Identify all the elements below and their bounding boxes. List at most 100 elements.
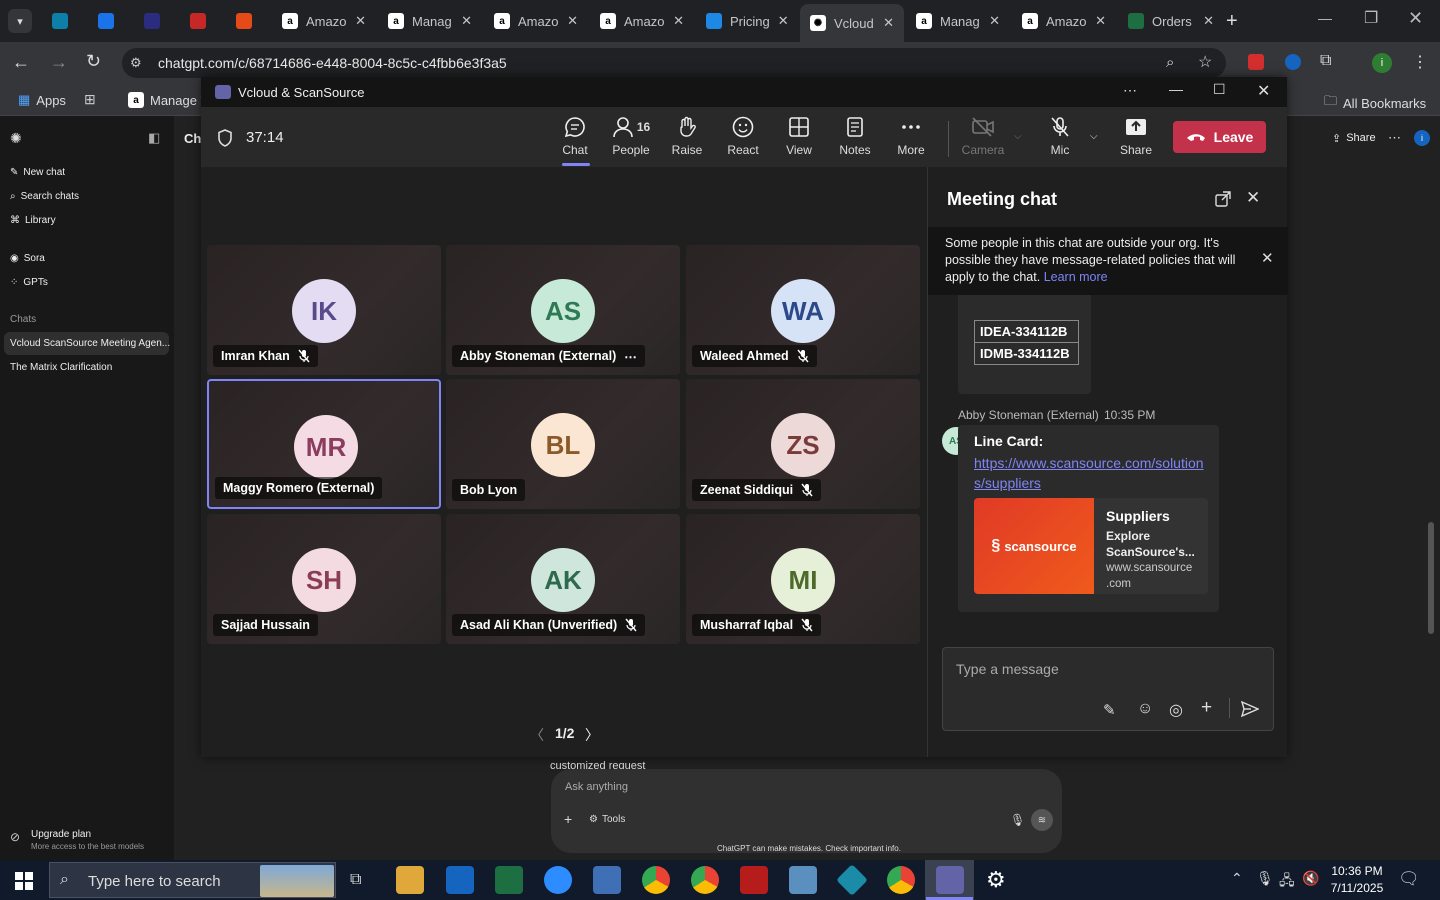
back-arrow-icon[interactable]: ← — [12, 52, 30, 73]
puzzle-icon[interactable]: ⧉ — [1320, 52, 1331, 70]
close-tab-icon[interactable]: ✕ — [883, 15, 894, 31]
view-button[interactable]: View — [771, 115, 827, 163]
file-explorer-icon[interactable] — [396, 866, 424, 894]
reload-icon[interactable]: ↻ — [86, 51, 101, 72]
user-avatar[interactable]: i — [1414, 130, 1430, 146]
participant-tile[interactable]: AK Asad Ali Khan (Unverified) — [446, 514, 680, 644]
browser-tab[interactable]: a Amazo ✕ — [1012, 6, 1116, 36]
browser-tab[interactable]: a Amazo ✕ — [590, 6, 694, 36]
chat-options-icon[interactable]: ⋯ — [1388, 130, 1401, 146]
prev-page-chevron-icon[interactable]: 〈 — [530, 725, 544, 745]
tray-chevron-up-icon[interactable]: ⌃ — [1231, 870, 1243, 887]
mic-button[interactable]: Mic — [1032, 115, 1088, 163]
dictate-mic-icon[interactable]: 🎙 — [1010, 813, 1025, 827]
bookmark-star-icon[interactable]: ☆ — [1198, 52, 1212, 72]
supplier-link[interactable]: https://www.scansource.com/solution s/su… — [974, 453, 1214, 493]
manage-bookmark[interactable]: a Manage Y — [128, 92, 209, 108]
search-chats-button[interactable]: ⌕ Search chats — [10, 191, 79, 202]
participant-tile[interactable]: SH Sajjad Hussain — [207, 514, 441, 644]
sora-button[interactable]: ◉ Sora — [10, 253, 45, 264]
camera-button[interactable]: Camera — [955, 115, 1011, 163]
close-tab-icon[interactable]: ✕ — [1095, 13, 1106, 29]
close-tab-icon[interactable]: ✕ — [355, 13, 366, 29]
tray-mic-icon[interactable]: 🎙 — [1256, 870, 1274, 887]
chat-toolbar-button[interactable]: Chat — [547, 115, 603, 163]
all-bookmarks[interactable]: 🗀 All Bookmarks — [1324, 92, 1426, 114]
task-view-icon[interactable]: ⧉ — [350, 871, 361, 889]
tools-button[interactable]: ⚙ Tools — [589, 814, 625, 825]
share-chat-button[interactable]: ⇪ Share — [1332, 132, 1376, 145]
participant-tile[interactable]: WA Waleed Ahmed — [686, 245, 920, 375]
message-compose-box[interactable]: Type a message ✎ ☺ ◎ + — [942, 647, 1274, 731]
excel-icon[interactable] — [495, 866, 523, 894]
outlook-icon[interactable] — [446, 866, 474, 894]
filezilla-icon[interactable] — [740, 866, 768, 894]
browser-tab[interactable]: Pricing ✕ — [696, 6, 798, 36]
tab-search-button[interactable]: ▾ — [8, 9, 32, 33]
chat-item-vcloud[interactable]: Vcloud ScanSource Meeting Agen... — [10, 338, 170, 349]
windows-start-icon[interactable] — [15, 872, 33, 890]
library-button[interactable]: ⌘ Library — [10, 215, 56, 226]
people-toolbar-button[interactable]: 16 People — [603, 115, 659, 163]
network-icon[interactable]: 🖧 — [1279, 870, 1295, 894]
camera-options-chevron-icon[interactable]: ⌵ — [1014, 131, 1022, 142]
apps-bookmark[interactable]: ▦ Apps — [18, 92, 66, 108]
taskbar-clock[interactable]: 10:36 PM 7/11/2025 — [1326, 863, 1388, 897]
calculator-icon[interactable] — [593, 866, 621, 894]
notifications-icon[interactable]: 🗨 — [1398, 869, 1420, 889]
participant-tile[interactable]: ZS Zeenat Siddiqui — [686, 379, 920, 509]
send-icon[interactable] — [1241, 701, 1259, 717]
browser-menu-icon[interactable]: ⋮ — [1412, 52, 1428, 72]
voice-mode-button[interactable]: ≋ — [1031, 809, 1053, 831]
browser-tab[interactable]: a Manag ✕ — [378, 6, 482, 36]
close-chat-icon[interactable]: ✕ — [1246, 188, 1260, 208]
minimize-window-button[interactable]: — — [1318, 10, 1332, 26]
teams-icon[interactable] — [936, 866, 964, 894]
close-tab-icon[interactable]: ✕ — [567, 13, 578, 29]
taskbar-search-box[interactable]: ⌕ Type here to search — [49, 862, 336, 898]
chrome-profile-icon[interactable] — [691, 866, 719, 894]
participant-tile[interactable]: AS Abby Stoneman (External) ⋯ — [446, 245, 680, 375]
browser-tab[interactable] — [134, 6, 180, 36]
restore-window-button[interactable]: ❐ — [1364, 8, 1378, 28]
chat-item-matrix[interactable]: The Matrix Clarification — [10, 362, 112, 373]
tab-groups-icon[interactable]: ⊞ — [84, 91, 96, 108]
participant-tile[interactable]: MR Maggy Romero (External) — [207, 379, 441, 509]
browser-tab[interactable]: a Amazo ✕ — [272, 6, 376, 36]
browser-tab[interactable]: ✺ Vcloud ✕ — [800, 4, 904, 42]
mic-options-chevron-icon[interactable]: ⌵ — [1090, 131, 1098, 142]
profile-avatar[interactable]: i — [1372, 53, 1392, 73]
site-info-icon[interactable]: ⚙ — [130, 55, 142, 71]
volume-muted-icon[interactable]: 🔇 — [1302, 870, 1319, 887]
link-preview-card[interactable]: § scansource Suppliers Explore ScanSource'… — [974, 498, 1208, 594]
message-input[interactable]: Type a message — [956, 661, 1059, 677]
browser-tab[interactable]: Orders ✕ — [1118, 6, 1224, 36]
forward-arrow-icon[interactable]: → — [50, 52, 68, 73]
browser-tab[interactable] — [180, 6, 226, 36]
emoji-icon[interactable]: ☺ — [1137, 700, 1153, 718]
address-bar[interactable]: ⚙ chatgpt.com/c/68714686-e448-8004-8c5c-… — [122, 48, 1226, 78]
chrome-alt-icon[interactable] — [887, 866, 915, 894]
close-tab-icon[interactable]: ✕ — [673, 13, 684, 29]
participant-more-icon[interactable]: ⋯ — [624, 349, 637, 364]
close-tab-icon[interactable]: ✕ — [989, 13, 1000, 29]
loop-icon[interactable]: ◎ — [1169, 700, 1183, 720]
attach-plus-icon[interactable]: + — [1201, 697, 1212, 719]
settings-gear-icon[interactable]: ⚙ — [986, 867, 1006, 893]
close-tab-icon[interactable]: ✕ — [778, 13, 789, 29]
chrome-icon[interactable] — [642, 866, 670, 894]
close-tab-icon[interactable]: ✕ — [461, 13, 472, 29]
share-screen-button[interactable]: Share — [1108, 115, 1164, 163]
next-page-chevron-icon[interactable]: 〉 — [585, 725, 599, 745]
upgrade-plan-button[interactable]: Upgrade plan — [31, 829, 91, 840]
teams-minimize-button[interactable]: — — [1169, 81, 1183, 97]
sidebar-toggle-icon[interactable]: ◧ — [148, 130, 160, 146]
teams-maximize-button[interactable]: ☐ — [1213, 81, 1226, 98]
new-tab-button[interactable]: + — [1226, 10, 1238, 33]
raise-hand-button[interactable]: Raise — [659, 115, 715, 163]
browser-tab[interactable]: a Manag ✕ — [906, 6, 1010, 36]
close-tab-icon[interactable]: ✕ — [1203, 13, 1214, 29]
more-button[interactable]: More — [883, 115, 939, 163]
browser-tab[interactable] — [42, 6, 88, 36]
app-icon[interactable] — [789, 866, 817, 894]
